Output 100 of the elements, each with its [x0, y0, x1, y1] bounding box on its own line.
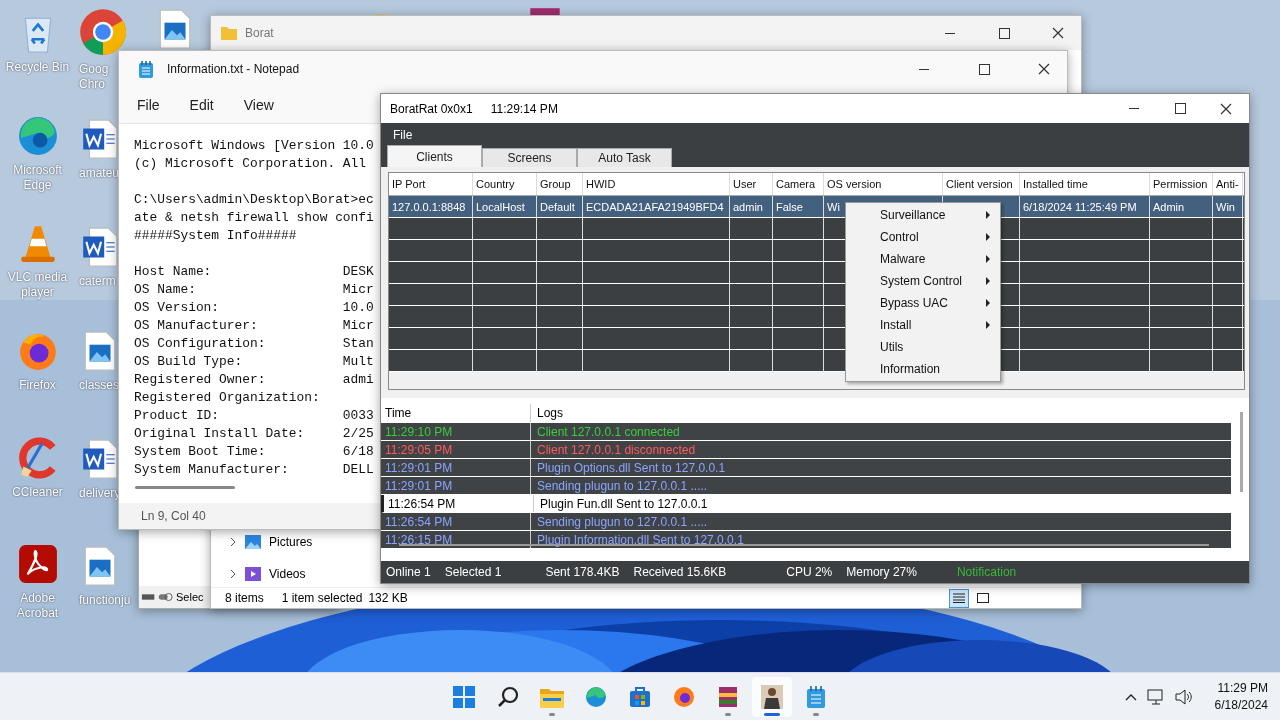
log-message: Plugin Information.dll Sent to 127.0.0.1 — [537, 532, 744, 547]
windows-logo-icon — [453, 686, 475, 708]
column-header[interactable]: Logs — [531, 406, 564, 420]
menu-item[interactable]: Malware — [846, 248, 1000, 270]
column-header[interactable]: Anti- — [1213, 173, 1243, 195]
network-icon[interactable] — [1146, 689, 1165, 705]
table-cell: Default — [540, 200, 575, 213]
log-row[interactable]: 11:29:10 PM Client 127.0.0.1 connected — [381, 423, 1231, 441]
status-text: Memory 27% — [846, 565, 917, 579]
menu-item[interactable]: Edit — [177, 91, 226, 119]
table-cell: ECDADA21AFA21949BFD4 — [586, 200, 724, 213]
nav-item[interactable]: Pictures — [229, 531, 369, 553]
folder-icon — [221, 26, 237, 40]
status-text: Selected 1 — [444, 565, 502, 579]
log-time: 11:29:10 PM — [385, 424, 453, 439]
column-header[interactable]: Installed time — [1020, 173, 1150, 195]
table-cell: 127.0.0.1:8848 — [392, 200, 466, 213]
status-text: 1 item selected — [281, 591, 363, 605]
status-text: Online 1 — [386, 565, 431, 579]
menu-item[interactable]: System Control — [846, 270, 1000, 292]
acrobat-icon — [16, 543, 59, 585]
text-line: Micr — [342, 281, 374, 299]
speaker-icon[interactable] — [1174, 689, 1193, 705]
column-header[interactable]: Group — [537, 173, 583, 195]
close-icon — [1220, 102, 1232, 115]
text-line: #####System Info##### — [134, 227, 297, 245]
menu-item[interactable]: File — [125, 91, 172, 119]
text-line: Product ID: — [134, 407, 221, 425]
menu-item[interactable]: Utils — [846, 336, 1000, 358]
text-line: Original Install Date: — [134, 425, 306, 443]
archive-icon — [717, 686, 739, 708]
window-title-time: 11:29:14 PM — [490, 101, 558, 116]
minimize-icon — [945, 32, 955, 34]
log-message: Sending plugun to 127.0.0.1 ..... — [537, 514, 708, 529]
column-header[interactable]: Country — [473, 173, 537, 195]
person-figure-icon — [761, 685, 783, 709]
tab[interactable]: Screens — [482, 148, 577, 167]
nav-item[interactable]: Videos — [229, 563, 369, 585]
close-icon — [1038, 63, 1050, 75]
log-message: Sending plugun to 127.0.0.1 ..... — [537, 478, 708, 493]
column-header[interactable]: IP Port — [389, 173, 473, 195]
status-text: Ln 9, Col 40 — [141, 509, 206, 523]
menu-item[interactable]: View — [231, 91, 286, 119]
column-header[interactable]: Client version — [943, 173, 1020, 195]
folder-icon — [540, 686, 564, 708]
column-header[interactable]: Permission — [1150, 173, 1213, 195]
status-text: Selec — [176, 591, 204, 603]
text-line: Host Name: — [134, 263, 213, 281]
log-time: 11:26:15 PM — [385, 532, 453, 547]
menu-item[interactable]: Install — [846, 314, 1000, 336]
text-line: 10.0 — [342, 299, 374, 317]
column-header[interactable]: User — [730, 173, 773, 195]
text-line: DESK — [342, 263, 374, 281]
text-line: OS Manufacturer: — [134, 317, 259, 335]
log-row[interactable]: 11:29:01 PM Sending plugun to 127.0.0.1 ..... — [381, 477, 1231, 495]
window-title: BoratRat 0x0x1 — [390, 101, 473, 116]
tab[interactable]: Clients — [387, 145, 482, 167]
column-header[interactable]: HWID — [583, 173, 730, 195]
text-line: OS Configuration: — [134, 335, 267, 353]
notepad-icon — [139, 60, 153, 78]
table-cell: LocalHost — [476, 200, 525, 213]
text-line: Registered Owner: — [134, 371, 267, 389]
firefox-icon — [673, 686, 695, 708]
log-row[interactable]: 11:26:54 PM Sending plugun to 127.0.0.1 ..... — [381, 513, 1231, 531]
text-line: ate & netsh firewall show confi — [134, 209, 374, 227]
details-view-button[interactable] — [949, 588, 969, 608]
drive-icon — [141, 591, 173, 603]
status-text: 8 items — [225, 591, 264, 605]
minimize-icon — [1129, 108, 1139, 109]
table-cell: Wi — [827, 200, 840, 213]
notification-text: Notification — [956, 565, 1017, 579]
column-header[interactable]: Time — [381, 404, 531, 422]
text-line: OS Version: — [134, 299, 221, 317]
taskbar-button[interactable] — [752, 677, 792, 717]
menu-item[interactable]: Bypass UAC — [846, 292, 1000, 314]
maximize-icon — [998, 27, 1010, 39]
menu-item[interactable]: File — [387, 125, 419, 144]
text-line: OS Name: — [134, 281, 197, 299]
text-line: DELL — [342, 461, 374, 479]
clock[interactable]: 11:29 PM 6/18/2024 — [1214, 680, 1268, 714]
text-line: Registered Organization: — [134, 389, 321, 407]
menu-item[interactable]: Control — [846, 226, 1000, 248]
column-header[interactable]: OS version — [824, 173, 943, 195]
column-header[interactable]: Camera — [773, 173, 824, 195]
table-cell: Win — [1216, 200, 1235, 213]
notepad-icon — [807, 686, 825, 708]
text-line: admi — [342, 371, 374, 389]
list-icon — [953, 593, 965, 603]
tab[interactable]: Auto Task — [577, 148, 672, 167]
text-line: 6/18 — [342, 443, 374, 461]
status-text: Received 15.6KB — [633, 565, 727, 579]
chevron-up-icon[interactable] — [1124, 693, 1137, 701]
window-title: Information.txt - Notepad — [167, 62, 300, 76]
status-text: CPU 2% — [786, 565, 833, 579]
text-line: 0033 — [342, 407, 374, 425]
log-row[interactable]: 11:29:01 PM Plugin Options.dll Sent to 127.0.0.1 — [381, 459, 1231, 477]
clock-date: 6/18/2024 — [1214, 697, 1268, 714]
text-line: 2/25 — [342, 425, 374, 443]
text-line: System Boot Time: — [134, 443, 267, 461]
menu-item[interactable]: Information — [846, 358, 1000, 380]
